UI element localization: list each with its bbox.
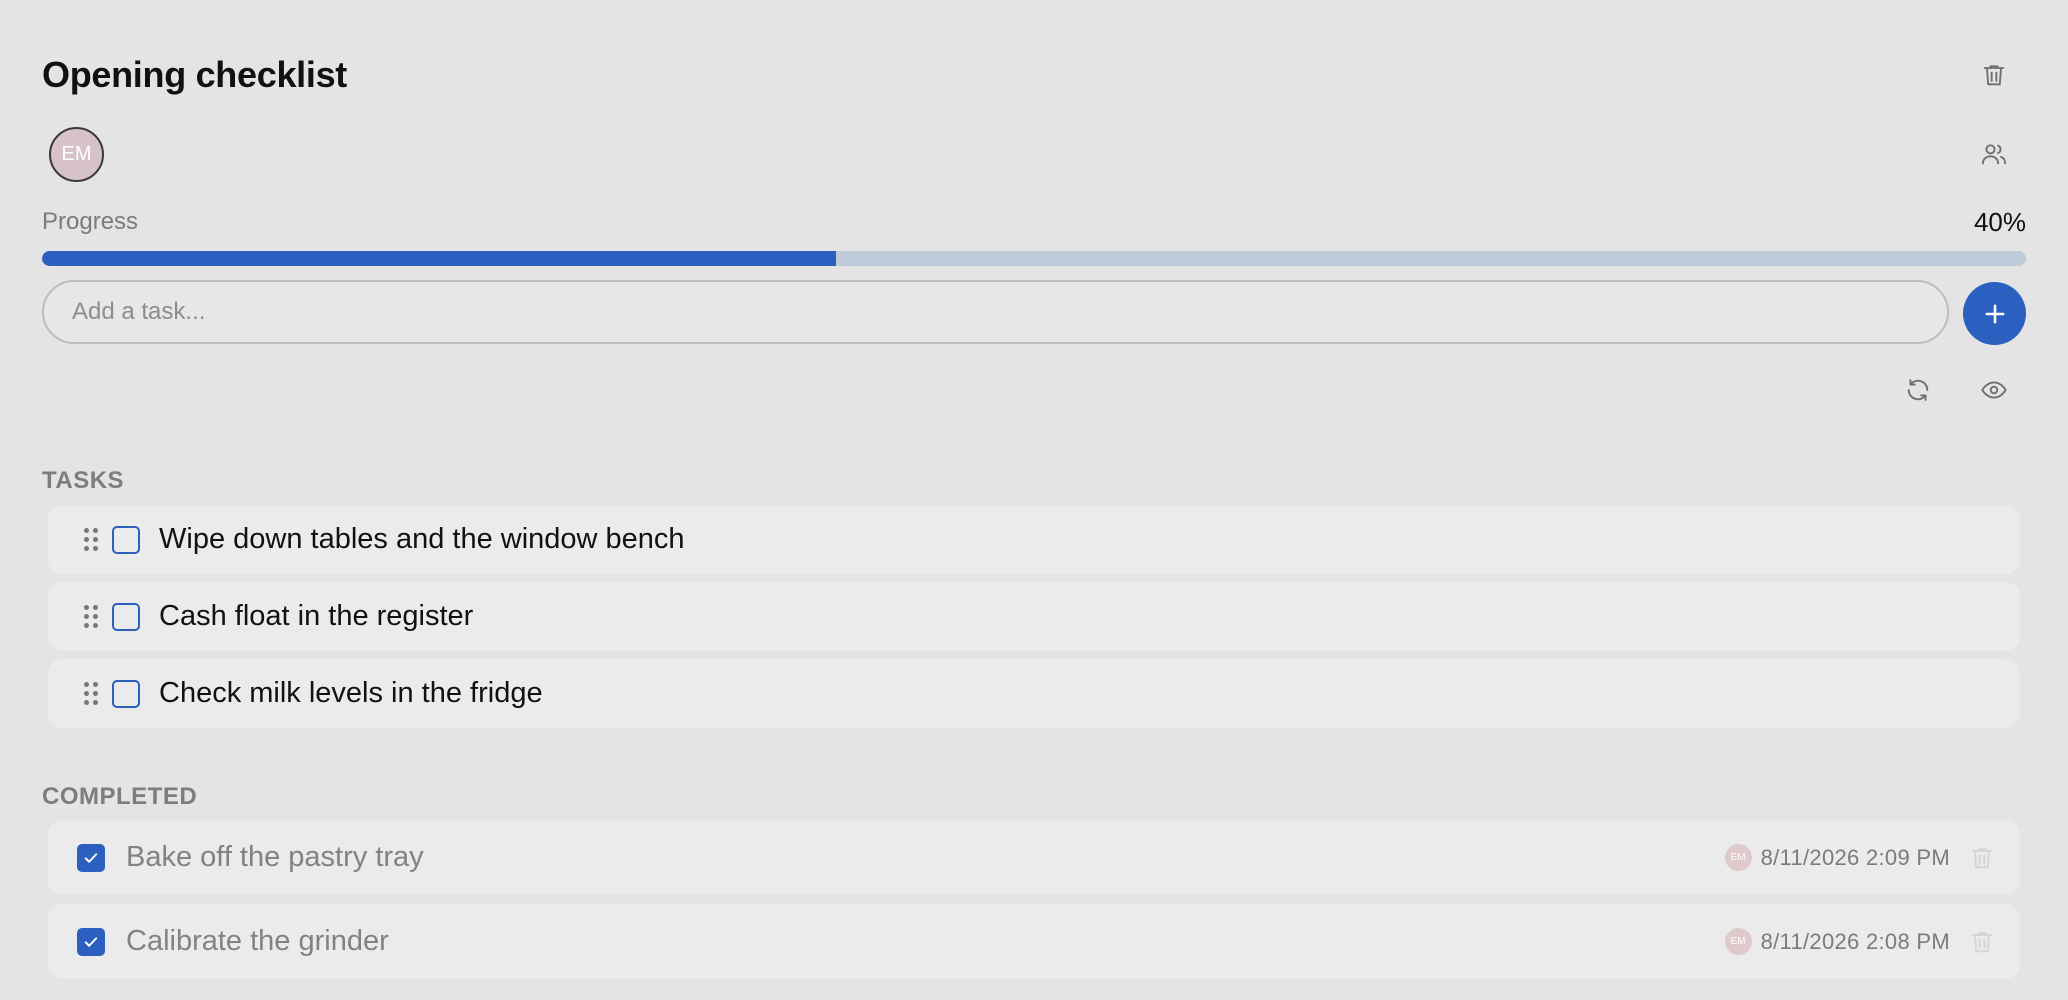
delete-task-button[interactable] [1968, 928, 1996, 956]
task-text: Calibrate the grinder [126, 925, 389, 957]
list-item: Cash float in the register [48, 582, 2020, 651]
add-task-button[interactable] [1963, 282, 2026, 345]
trash-icon [1983, 65, 2005, 86]
drag-handle[interactable] [84, 604, 98, 629]
manage-members-button[interactable] [1972, 132, 2016, 176]
progress-bar [42, 251, 2026, 266]
trash-icon [1971, 931, 1993, 952]
add-task-input[interactable] [42, 280, 1949, 344]
avatar: EM [1724, 844, 1752, 871]
refresh-icon [1907, 379, 1929, 401]
add-task-row [42, 280, 2026, 345]
delete-task-button[interactable] [1968, 844, 1996, 872]
refresh-button[interactable] [1896, 368, 1940, 412]
delete-checklist-button[interactable] [1972, 53, 2016, 97]
drag-handle[interactable] [84, 527, 98, 552]
list-item: Wipe down tables and the window bench [48, 505, 2020, 574]
toggle-visibility-button[interactable] [1972, 368, 2016, 412]
tasks-section-label: TASKS [42, 467, 125, 494]
check-icon [84, 852, 98, 863]
header: Opening checklist [42, 50, 2026, 100]
task-list: Wipe down tables and the window bench Ca… [48, 505, 2020, 736]
task-text: Bake off the pastry tray [126, 841, 424, 873]
progress-label: Progress [42, 208, 139, 235]
progress-header: Progress 40% [42, 204, 2026, 240]
plus-icon [1985, 304, 2004, 323]
completion-meta: EM 8/11/2026 2:08 PM [1724, 904, 1950, 979]
task-text[interactable]: Check milk levels in the fridge [159, 677, 543, 710]
task-checkbox[interactable] [112, 679, 140, 708]
list-tools [42, 368, 2026, 412]
list-item: Bake off the pastry tray EM 8/11/2026 2:… [48, 820, 2020, 895]
completion-timestamp: 8/11/2026 2:09 PM [1760, 844, 1950, 870]
task-checkbox-checked[interactable] [77, 843, 105, 872]
trash-icon [1971, 847, 1993, 868]
list-item: Calibrate the grinder EM 8/11/2026 2:08 … [48, 904, 2020, 979]
eye-icon [1981, 381, 2007, 399]
task-checkbox[interactable] [112, 525, 140, 554]
avatar: EM [1724, 928, 1752, 955]
check-icon [84, 936, 98, 947]
task-text[interactable]: Wipe down tables and the window bench [159, 523, 685, 556]
task-text[interactable]: Cash float in the register [159, 600, 473, 633]
users-icon [1981, 144, 2007, 165]
progress-bar-fill [42, 251, 836, 266]
task-checkbox[interactable] [112, 602, 140, 631]
completion-timestamp: 8/11/2026 2:08 PM [1760, 928, 1950, 954]
task-checkbox-checked[interactable] [77, 927, 105, 956]
completed-list: Bake off the pastry tray EM 8/11/2026 2:… [48, 820, 2020, 988]
members-row: EM [42, 126, 2026, 182]
checklist-page: Opening checklist EM Progress 40% Add a … [0, 0, 2068, 1000]
page-title: Opening checklist [42, 54, 347, 95]
avatar[interactable]: EM [49, 127, 104, 182]
progress-percent: 40% [1973, 207, 2026, 237]
completion-meta: EM 8/11/2026 2:09 PM [1724, 820, 1950, 895]
list-item: Check milk levels in the fridge [48, 659, 2020, 728]
completed-section-label: COMPLETED [42, 783, 198, 810]
drag-handle[interactable] [84, 681, 98, 706]
